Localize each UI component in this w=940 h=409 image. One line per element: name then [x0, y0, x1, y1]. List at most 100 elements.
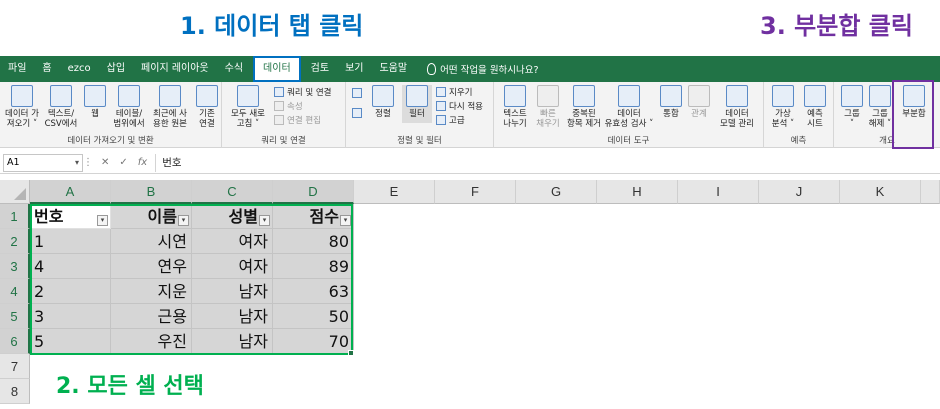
column-header-g[interactable]: G: [516, 180, 597, 204]
column-header-l[interactable]: [921, 180, 940, 204]
group-title-sort-filter: 정렬 및 필터: [397, 136, 442, 146]
group-title-get-transform: 데이터 가져오기 및 변환: [67, 136, 154, 146]
tab-review[interactable]: 검토: [303, 58, 337, 80]
advanced-filter-icon: [436, 115, 446, 125]
refresh-all-label: 모두 새로 고침 ˅: [231, 109, 265, 129]
tab-help[interactable]: 도움말: [371, 58, 415, 80]
manage-data-model-label: 데이터 모델 관리: [720, 109, 754, 129]
what-if-label: 가상 분석 ˅: [771, 109, 795, 129]
group-queries: 모두 새로 고침 ˅ 쿼리 및 연결 속성 연결 편집 쿼리 및 연결: [222, 82, 346, 148]
row-header-2[interactable]: 2: [0, 229, 30, 254]
reapply-icon: [436, 101, 446, 111]
tab-ezco[interactable]: ezco: [60, 58, 99, 80]
existing-connections-button[interactable]: 기존 연결: [194, 85, 220, 129]
from-web-button[interactable]: 웹: [82, 85, 108, 119]
filter-button[interactable]: 필터: [402, 85, 432, 123]
remove-duplicates-button[interactable]: 중복된 항목 제거: [564, 85, 604, 129]
consolidate-button[interactable]: 통합: [658, 85, 684, 119]
tab-page-layout[interactable]: 페이지 레이아웃: [133, 58, 217, 80]
column-header-j[interactable]: J: [759, 180, 840, 204]
tab-view[interactable]: 보기: [337, 58, 371, 80]
column-header-b[interactable]: B: [111, 180, 192, 204]
column-header-f[interactable]: F: [435, 180, 516, 204]
annotation-step3: 3. 부분합 클릭: [760, 12, 913, 40]
tab-insert[interactable]: 삽입: [99, 58, 133, 80]
get-data-label: 데이터 가 져오기 ˅: [5, 109, 39, 129]
row-header-3[interactable]: 3: [0, 254, 30, 279]
column-header-k[interactable]: K: [840, 180, 921, 204]
advanced-button[interactable]: 고급: [436, 114, 465, 126]
column-header-c[interactable]: C: [192, 180, 273, 204]
properties-button[interactable]: 속성: [274, 100, 303, 112]
row-header-1[interactable]: 1: [0, 204, 30, 229]
cancel-icon[interactable]: ✕: [101, 157, 109, 168]
column-header-i[interactable]: I: [678, 180, 759, 204]
row-header-6[interactable]: 6: [0, 329, 30, 354]
column-header-e[interactable]: E: [354, 180, 435, 204]
sort-asc-button[interactable]: [352, 88, 362, 98]
edit-links-button[interactable]: 연결 편집: [274, 114, 321, 126]
forecast-chart-icon: [804, 85, 826, 107]
select-all-button[interactable]: [0, 180, 30, 204]
formula-bar: A1 ⋮ ✕ ✓ fx 번호: [0, 152, 940, 174]
column-header-d[interactable]: D: [273, 180, 354, 204]
tab-home[interactable]: 홈: [34, 58, 59, 80]
tab-formulas[interactable]: 수식: [217, 58, 251, 80]
group-forecast: 가상 분석 ˅ 예측 시트 예측: [764, 82, 834, 148]
name-box[interactable]: A1: [3, 153, 83, 172]
database-icon: [11, 85, 33, 107]
get-data-button[interactable]: 데이터 가 져오기 ˅: [4, 85, 40, 129]
enter-icon[interactable]: ✓: [119, 157, 127, 168]
properties-icon: [274, 101, 284, 111]
tab-file[interactable]: 파일: [0, 58, 34, 80]
group-sort-filter: 정렬 필터 지우기 다시 적용 고급 정렬 및 필터: [346, 82, 494, 148]
relationships-button[interactable]: 관계: [686, 85, 712, 119]
column-header-a[interactable]: A: [30, 180, 111, 204]
what-if-analysis-button[interactable]: 가상 분석 ˅: [768, 85, 798, 129]
insert-function-icon[interactable]: fx: [138, 157, 147, 168]
formula-bar-actions: ✕ ✓ fx: [93, 157, 155, 168]
column-header-h[interactable]: H: [597, 180, 678, 204]
group-title-queries: 쿼리 및 연결: [261, 136, 306, 146]
clear-button[interactable]: 지우기: [436, 86, 472, 98]
row-header-5[interactable]: 5: [0, 304, 30, 329]
queries-connections-button[interactable]: 쿼리 및 연결: [274, 86, 332, 98]
tell-me-search[interactable]: 어떤 작업을 원하시나요?: [427, 62, 539, 76]
lightbulb-icon: [427, 63, 437, 75]
annotation-step1: 1. 데이터 탭 클릭: [180, 12, 364, 40]
data-validation-button[interactable]: 데이터 유효성 검사 ˅: [604, 85, 654, 129]
row-header-7[interactable]: 7: [0, 354, 30, 379]
recent-sources-label: 최근에 사 용한 원본: [153, 109, 187, 129]
from-text-csv-button[interactable]: 텍스트/ CSV에서: [42, 85, 80, 129]
refresh-icon: [237, 85, 259, 107]
from-table-button[interactable]: 테이블/ 범위에서: [110, 85, 148, 129]
properties-label: 속성: [287, 102, 303, 112]
row-header-8[interactable]: 8: [0, 379, 30, 404]
row-header-4[interactable]: 4: [0, 279, 30, 304]
what-if-icon: [772, 85, 794, 107]
advanced-label: 고급: [449, 116, 465, 126]
sort-descending-icon: [352, 108, 362, 118]
filter-label: 필터: [409, 109, 425, 119]
tab-data[interactable]: 데이터: [253, 56, 301, 82]
flash-fill-button[interactable]: 빠른 채우기: [534, 85, 562, 129]
reapply-label: 다시 적용: [449, 102, 483, 112]
sort-button[interactable]: 정렬: [368, 85, 398, 119]
group-button[interactable]: 그룹 ˅: [838, 85, 866, 129]
recent-sources-button[interactable]: 최근에 사 용한 원본: [150, 85, 190, 129]
ungroup-button[interactable]: 그룹 해제 ˅: [866, 85, 894, 129]
screenshot: 1. 데이터 탭 클릭 3. 부분합 클릭 파일 홈 ezco 삽입 페이지 레…: [0, 0, 940, 409]
from-table-label: 테이블/ 범위에서: [113, 109, 145, 129]
text-to-columns-button[interactable]: 텍스트 나누기: [498, 85, 532, 129]
formula-input[interactable]: 번호: [155, 153, 940, 172]
group-data-tools: 텍스트 나누기 빠른 채우기 중복된 항목 제거 데이터 유효성 검사 ˅ 통합…: [494, 82, 764, 148]
reapply-button[interactable]: 다시 적용: [436, 100, 483, 112]
fill-handle[interactable]: [348, 350, 354, 356]
globe-icon: [84, 85, 106, 107]
sort-desc-button[interactable]: [352, 108, 362, 118]
forecast-sheet-button[interactable]: 예측 시트: [800, 85, 830, 129]
formula-bar-divider: ⋮: [83, 157, 93, 168]
refresh-all-button[interactable]: 모두 새로 고침 ˅: [228, 85, 268, 129]
sort-ascending-icon: [352, 88, 362, 98]
manage-data-model-button[interactable]: 데이터 모델 관리: [716, 85, 758, 129]
